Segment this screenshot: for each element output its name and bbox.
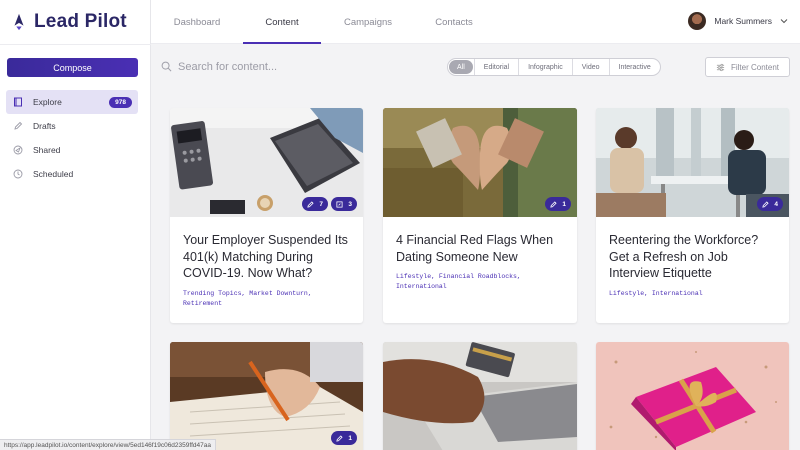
pencil-icon: [550, 200, 557, 208]
divider: [0, 44, 151, 45]
pencil-icon: [336, 434, 343, 442]
content-card[interactable]: 1: [170, 342, 363, 450]
sidebar-item-shared[interactable]: Shared: [6, 138, 138, 162]
search-input[interactable]: [178, 57, 428, 77]
sidebar-item-label: Drafts: [33, 121, 56, 131]
tab-dashboard[interactable]: Dashboard: [151, 0, 243, 44]
card-tags: Lifestyle, International: [609, 290, 703, 297]
brand-name: Lead Pilot: [34, 11, 127, 32]
share-count-badge: 3: [331, 197, 357, 211]
send-icon: [12, 145, 23, 156]
clock-icon: [12, 169, 23, 180]
sidebar-item-drafts[interactable]: Drafts: [6, 114, 138, 138]
rocket-logo-icon: [14, 13, 24, 31]
content-card[interactable]: [596, 342, 789, 450]
content-type-filter: All Editorial Infographic Video Interact…: [447, 58, 661, 76]
content-card[interactable]: 1 4 Financial Red Flags When Dating Some…: [383, 108, 577, 323]
tab-contacts[interactable]: Contacts: [415, 0, 493, 44]
card-badges: 1: [545, 197, 571, 211]
content-card[interactable]: 7 3 Your Employer Suspended Its 401(k) M…: [170, 108, 363, 323]
edit-count-badge: 4: [757, 197, 783, 211]
card-tags: Trending Topics, Market Downturn, Retire…: [183, 290, 312, 307]
tab-content[interactable]: Content: [243, 0, 321, 44]
card-image-gift: [596, 342, 789, 450]
content-card[interactable]: 4 Reentering the Workforce? Get a Refres…: [596, 108, 789, 323]
pencil-icon: [12, 121, 23, 132]
app-root: Lead Pilot Compose Explore 978 Drafts Sh…: [0, 0, 800, 450]
pencil-icon: [307, 200, 314, 208]
filter-editorial[interactable]: Editorial: [473, 59, 518, 75]
sidebar-item-scheduled[interactable]: Scheduled: [6, 162, 138, 186]
card-badges: 1: [331, 431, 357, 445]
sidebar-item-label: Shared: [33, 145, 61, 155]
filter-video[interactable]: Video: [571, 59, 609, 75]
sliders-icon: [716, 63, 725, 71]
browser-status-url: https://app.leadpilot.io/content/explore…: [0, 439, 216, 450]
avatar: [688, 12, 707, 30]
sidebar-item-label: Scheduled: [33, 169, 74, 179]
sidebar-item-label: Explore: [33, 97, 62, 107]
content-card[interactable]: [383, 342, 577, 450]
pencil-icon: [762, 200, 769, 208]
share-icon: [336, 200, 343, 208]
edit-count-badge: 1: [545, 197, 571, 211]
card-badges: 4: [757, 197, 783, 211]
filter-interactive[interactable]: Interactive: [608, 59, 660, 75]
card-title: Your Employer Suspended Its 401(k) Match…: [183, 233, 348, 280]
filter-content-label: Filter Content: [730, 62, 780, 72]
compose-button[interactable]: Compose: [7, 58, 138, 77]
tab-campaigns[interactable]: Campaigns: [321, 0, 415, 44]
book-icon: [12, 97, 23, 108]
filter-infographic[interactable]: Infographic: [518, 59, 572, 75]
sidebar-item-explore[interactable]: Explore 978: [6, 90, 138, 114]
chevron-down-icon: [780, 19, 788, 24]
edit-count-badge: 7: [302, 197, 328, 211]
filter-content-button[interactable]: Filter Content: [705, 57, 790, 77]
card-badges: 7 3: [302, 197, 357, 211]
search-icon: [161, 61, 172, 72]
search-toolbar: All Editorial Infographic Video Interact…: [151, 45, 800, 90]
sidebar-nav: Explore 978 Drafts Shared Scheduled: [6, 90, 138, 186]
user-menu[interactable]: Mark Summers: [688, 12, 788, 30]
filter-all[interactable]: All: [449, 60, 473, 74]
edit-count-badge: 1: [331, 431, 357, 445]
card-tags: Lifestyle, Financial Roadblocks, Interna…: [396, 273, 521, 290]
user-name: Mark Summers: [714, 16, 772, 26]
top-nav: Dashboard Content Campaigns Contacts Mar…: [151, 0, 800, 44]
card-title: 4 Financial Red Flags When Dating Someon…: [396, 233, 554, 264]
count-badge: 978: [109, 96, 132, 108]
card-title: Reentering the Workforce? Get a Refresh …: [609, 233, 759, 280]
sidebar: Lead Pilot Compose Explore 978 Drafts Sh…: [0, 0, 151, 450]
card-image-card-laptop: [383, 342, 577, 450]
logo[interactable]: Lead Pilot: [10, 10, 127, 34]
